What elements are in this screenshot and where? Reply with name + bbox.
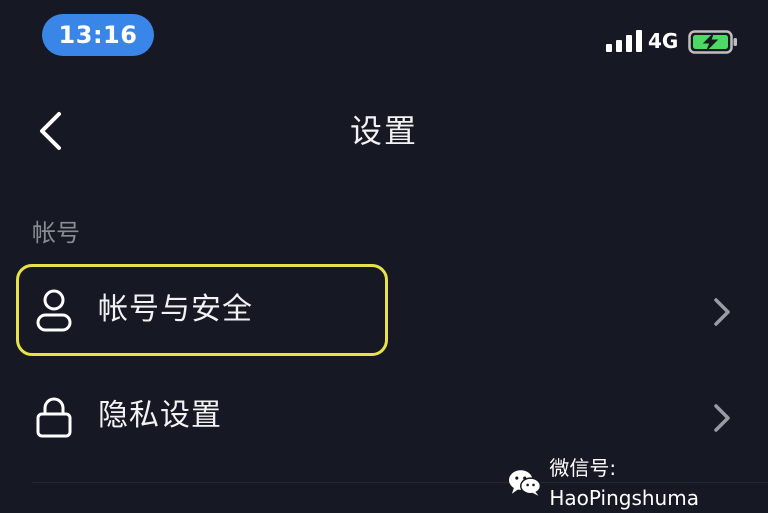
signal-bars-icon [606, 30, 642, 52]
section-header-account: 帐号 [32, 219, 80, 247]
settings-item-label: 隐私设置 [98, 398, 222, 433]
status-time: 13:16 [42, 14, 154, 56]
chevron-right-icon [714, 298, 730, 326]
lock-icon [36, 397, 72, 438]
wechat-icon [508, 470, 542, 496]
status-bar: 13:16 4G [0, 0, 768, 70]
settings-item-privacy[interactable]: 隐私设置 [0, 370, 768, 466]
network-type: 4G [648, 29, 679, 53]
watermark-text: 微信号: HaoPingshuma [549, 456, 699, 510]
chevron-right-icon [714, 404, 730, 432]
watermark: 微信号: HaoPingshuma [508, 456, 768, 510]
battery-charging-icon [688, 30, 737, 54]
highlight-annotation [16, 264, 388, 356]
page-title: 设置 [349, 112, 418, 150]
